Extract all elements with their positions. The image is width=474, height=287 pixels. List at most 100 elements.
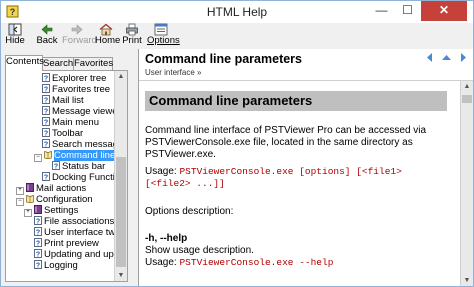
tree-item[interactable]: ? Print preview [34, 238, 99, 249]
tree-item-label: Settings [44, 205, 79, 216]
help-page-icon: ? [34, 227, 42, 236]
tree-item-label: Logging [44, 260, 78, 271]
tree-item-label: Configuration [36, 194, 93, 205]
forward-button[interactable]: Forward [62, 23, 97, 47]
tree-item-label: Main menu [52, 117, 99, 128]
tree-scrollbar[interactable]: ▲ ▼ [114, 71, 127, 281]
tree-item-label: Mail actions [36, 183, 87, 194]
tree-item[interactable]: ? File associations [34, 216, 114, 227]
scroll-down-icon[interactable]: ▼ [115, 270, 127, 281]
tree-item[interactable]: + Mail actions [16, 183, 87, 195]
help-page-icon: ? [34, 216, 42, 225]
tree-item-label: Toolbar [52, 128, 84, 139]
home-button[interactable]: Home [95, 23, 121, 47]
usage-prefix: Usage: [145, 166, 180, 177]
header-divider [139, 80, 473, 81]
intro-line-1: Command line interface of PSTViewer Pro … [145, 125, 427, 136]
tree-scroll-thumb[interactable] [116, 157, 126, 267]
tree-item-label: Status bar [62, 161, 106, 172]
svg-text:?: ? [36, 263, 40, 270]
print-label: Print [122, 35, 142, 46]
topic-scroll-thumb[interactable] [462, 95, 472, 103]
back-button[interactable]: Back [36, 23, 58, 47]
expand-icon[interactable]: + [24, 209, 32, 217]
svg-text:?: ? [36, 241, 40, 248]
topic-title: Command line parameters [145, 52, 302, 66]
help-page-icon: ? [34, 260, 42, 269]
contents-tree[interactable]: ? Explorer tree ? Favorites tree ? Mail lis… [5, 70, 128, 282]
svg-text:?: ? [44, 87, 48, 94]
option-help-name: -h, --help [145, 233, 188, 244]
options-description: Options description: [145, 206, 234, 217]
usage2-code: PSTViewerConsole.exe --help [179, 257, 334, 268]
intro-paragraph: Command line interface of PSTViewer Pro … [145, 125, 445, 161]
usage-code-line-1: PSTViewerConsole.exe [options] [<file1> [179, 166, 402, 177]
close-button[interactable]: ✕ [421, 1, 467, 21]
home-label: Home [95, 35, 121, 46]
previous-topic-icon[interactable] [424, 52, 435, 63]
hide-label: Hide [5, 35, 25, 46]
scroll-down-icon[interactable]: ▼ [461, 275, 473, 286]
tree-item-label: User interface twe [44, 227, 121, 238]
option-help-desc: Show usage description. [145, 245, 254, 256]
tree-item[interactable]: − Configuration [16, 194, 93, 206]
svg-text:?: ? [44, 142, 48, 149]
collapse-icon[interactable]: − [16, 198, 24, 206]
tree-item[interactable]: ? Message viewer [42, 106, 121, 117]
tree-item-label: File associations [44, 216, 115, 227]
help-page-icon: ? [42, 84, 50, 93]
print-button[interactable]: Print [122, 23, 142, 47]
minimize-button[interactable]: — [368, 1, 395, 21]
next-topic-icon[interactable] [458, 52, 469, 63]
back-label: Back [36, 35, 58, 46]
tree-item-label: Mail list [52, 95, 84, 106]
options-button[interactable]: Options [147, 23, 180, 47]
open-book-icon [26, 195, 34, 203]
tree-item[interactable]: ? Explorer tree [42, 73, 106, 84]
tree-item[interactable]: ? Main menu [42, 117, 99, 128]
help-page-icon: ? [42, 106, 50, 115]
usage-code-line-2: [<file2> ...]] [145, 178, 225, 189]
svg-text:?: ? [36, 219, 40, 226]
options-label: Options [147, 35, 180, 46]
book-icon [34, 205, 42, 214]
help-page-icon: ? [42, 172, 50, 181]
open-book-icon [44, 151, 52, 159]
up-topic-icon[interactable] [441, 52, 452, 63]
tab-search[interactable]: Search [42, 57, 74, 70]
forward-label: Forward [62, 35, 97, 46]
tab-contents[interactable]: Contents [5, 55, 44, 71]
hide-button[interactable]: Hide [4, 23, 26, 47]
breadcrumb[interactable]: User interface » [145, 68, 201, 77]
tree-item[interactable]: ? Status bar [52, 161, 105, 172]
toolbar: Hide Back Forward Home Print Options [1, 23, 473, 47]
tree-item[interactable]: + Settings [24, 205, 79, 217]
topic-nav [421, 52, 469, 64]
maximize-button[interactable]: ☐ [394, 1, 421, 21]
help-page-icon: ? [42, 117, 50, 126]
tree-item[interactable]: ? Favorites tree [42, 84, 110, 95]
tree-item[interactable]: ? Toolbar [42, 128, 83, 139]
navigation-pane: Contents Search Favorites ? Explorer tree… [1, 49, 131, 286]
scroll-up-icon[interactable]: ▲ [461, 81, 473, 92]
svg-text:?: ? [44, 120, 48, 127]
topic-scrollbar[interactable]: ▲ ▼ [460, 81, 473, 286]
tree-item[interactable]: ? Mail list [42, 95, 84, 106]
tree-item[interactable]: ? Logging [34, 260, 78, 271]
help-page-icon: ? [34, 238, 42, 247]
option-help-block: -h, --help Show usage description. Usage… [145, 233, 445, 269]
pane-splitter[interactable] [131, 49, 137, 286]
svg-text:?: ? [44, 131, 48, 138]
tree-item[interactable]: ? Updating and upda [34, 249, 124, 260]
collapse-icon[interactable]: − [34, 154, 42, 162]
scroll-up-icon[interactable]: ▲ [115, 71, 127, 82]
help-page-icon: ? [42, 95, 50, 104]
html-help-window: ? HTML Help — ☐ ✕ Hide Back Forward Home… [0, 0, 474, 287]
tree-item[interactable]: ? User interface twe [34, 227, 121, 238]
topic-banner: Command line parameters [145, 91, 447, 111]
svg-text:?: ? [36, 252, 40, 259]
tab-favorites[interactable]: Favorites [73, 57, 113, 70]
help-page-icon: ? [52, 161, 60, 170]
svg-text:?: ? [54, 164, 58, 171]
tree-item-label: Message viewer [52, 106, 121, 117]
